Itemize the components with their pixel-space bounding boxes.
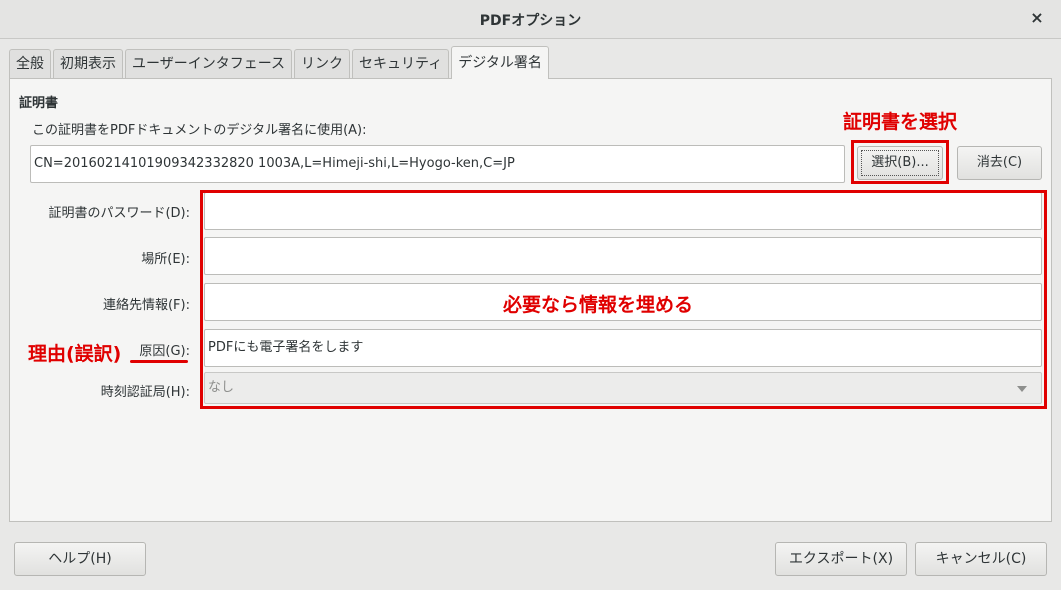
location-label: 場所(E): bbox=[141, 252, 190, 267]
title-bar: PDFオプション × bbox=[0, 0, 1061, 39]
reason-annotation: 理由(誤訳) bbox=[28, 343, 122, 365]
select-button-highlight bbox=[851, 140, 949, 184]
certificate-section-title: 証明書 bbox=[19, 96, 59, 111]
close-icon[interactable]: × bbox=[1027, 8, 1047, 28]
tab-digital-signatures[interactable]: デジタル署名 bbox=[451, 46, 549, 79]
certificate-field[interactable]: CN=20160214101909342332820 1003A,L=Himej… bbox=[30, 145, 845, 183]
reason-underline bbox=[130, 360, 188, 363]
select-certificate-annotation: 証明書を選択 bbox=[843, 111, 958, 133]
tab-bar: 全般 初期表示 ユーザーインタフェース リンク セキュリティ デジタル署名 bbox=[9, 46, 551, 79]
tab-user-interface[interactable]: ユーザーインタフェース bbox=[125, 49, 293, 79]
tsa-label: 時刻認証局(H): bbox=[100, 385, 190, 400]
tab-general[interactable]: 全般 bbox=[9, 49, 51, 79]
fill-info-annotation: 必要なら情報を埋める bbox=[503, 294, 694, 316]
tab-links[interactable]: リンク bbox=[294, 49, 351, 79]
export-button[interactable]: エクスポート(X) bbox=[775, 542, 907, 576]
contact-info-label: 連絡先情報(F): bbox=[102, 298, 190, 313]
tab-initial-view[interactable]: 初期表示 bbox=[53, 49, 123, 79]
help-button[interactable]: ヘルプ(H) bbox=[14, 542, 146, 576]
certificate-use-label: この証明書をPDFドキュメントのデジタル署名に使用(A): bbox=[32, 123, 367, 138]
window-title: PDFオプション bbox=[479, 13, 582, 29]
tab-security[interactable]: セキュリティ bbox=[352, 49, 450, 79]
cancel-button[interactable]: キャンセル(C) bbox=[915, 542, 1047, 576]
password-label: 証明書のパスワード(D): bbox=[48, 206, 190, 221]
clear-certificate-button[interactable]: 消去(C) bbox=[957, 146, 1042, 180]
